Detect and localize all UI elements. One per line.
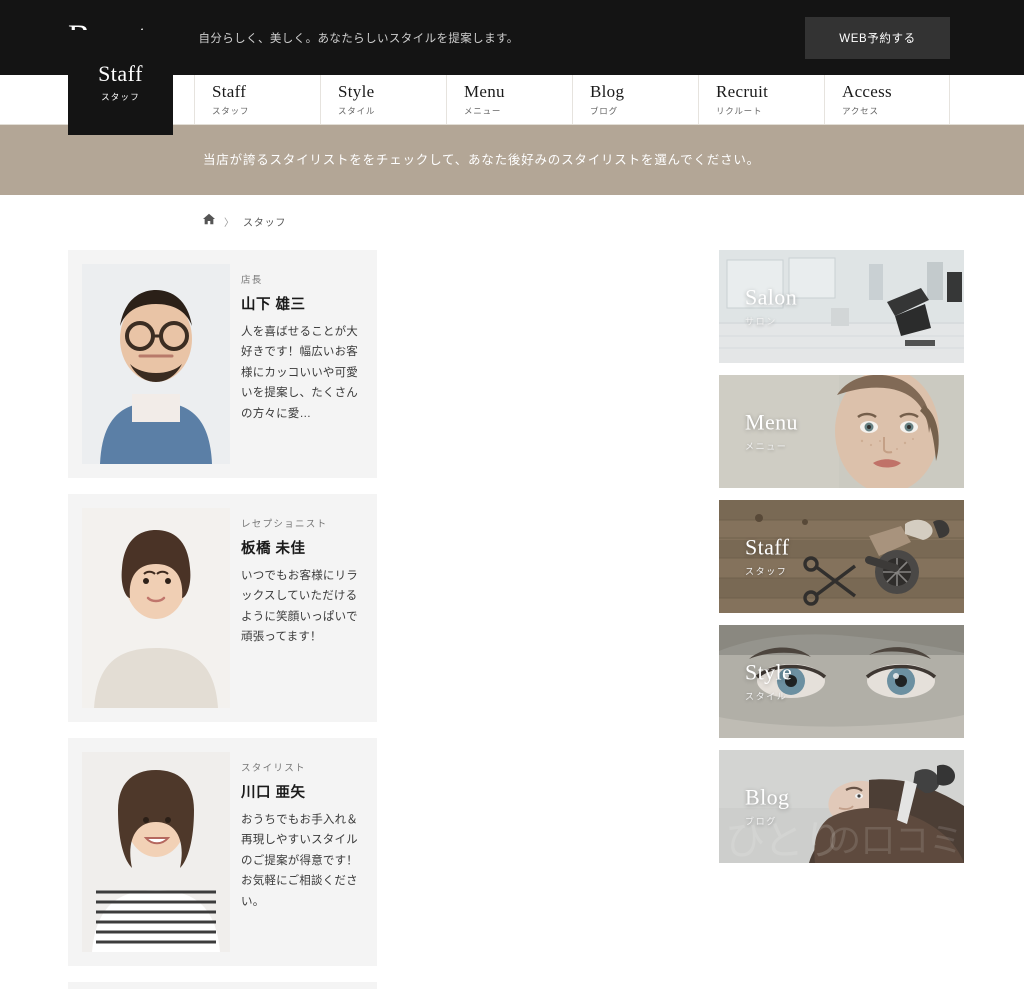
banner-title-en: Staff — [745, 534, 790, 559]
nav-label-jp: スタッフ — [212, 105, 250, 116]
staff-info: 店長 山下 雄三 人を喜ばせることが大好きです！幅広いお客様にカッコいいや可愛い… — [241, 264, 365, 464]
page-root: Beauty 自分らしく、美しく。あなたらしいスタイルを提案します。 WEB予約… — [0, 0, 1024, 989]
banner-title-en: Style — [745, 659, 793, 684]
nav-label-en: Blog — [590, 82, 625, 101]
nav-item-recruit[interactable]: Recruit リクルート — [698, 75, 824, 124]
banner-title-jp: スタッフ — [745, 566, 788, 576]
banner-title-jp: メニュー — [745, 441, 788, 451]
breadcrumb-current: スタッフ — [243, 217, 287, 229]
banner-label: Salon サロン — [745, 286, 797, 327]
banner-label: Menu メニュー — [745, 411, 798, 452]
nav-label-jp: スタイル — [338, 105, 376, 116]
web-reserve-button[interactable]: WEB予約する — [805, 17, 950, 59]
banner-blog[interactable]: ひとり の口コミ Blog ブログ — [719, 750, 964, 863]
nav-item-blog[interactable]: Blog ブログ — [572, 75, 698, 124]
staff-description: 人を喜ばせることが大好きです！幅広いお客様にカッコいいや可愛いを提案し、たくさん… — [241, 326, 358, 420]
staff-name: 山下 雄三 — [241, 297, 306, 313]
nav-label-en: Recruit — [716, 82, 769, 101]
banner-label: Staff スタッフ — [745, 536, 789, 577]
nav-left-spacer — [0, 75, 68, 124]
hero-lead-text: 当店が誇るスタイリストををチェックして、あなた後好みのスタイリストを選んでくださ… — [203, 153, 760, 167]
banner-style[interactable]: Style スタイル — [719, 625, 964, 738]
nav-label-en: Staff — [212, 82, 247, 101]
nav-item-style[interactable]: Style スタイル — [320, 75, 446, 124]
breadcrumb-area: 〉 スタッフ — [0, 195, 1024, 250]
nav-label-en: Menu — [464, 82, 505, 101]
staff-photo — [82, 508, 230, 708]
banner-salon[interactable]: Salon サロン — [719, 250, 964, 363]
staff-card[interactable]: スタイリスト 川口 亜矢 おうちでもお手入れ＆再現しやすいスタイルのご提案が得意… — [68, 738, 377, 966]
content-area: 店長 山下 雄三 人を喜ばせることが大好きです！幅広いお客様にカッコいいや可愛い… — [0, 250, 1024, 989]
staff-role: スタイリスト — [241, 763, 306, 774]
banner-title-en: Menu — [745, 409, 798, 434]
banner-label: Style スタイル — [745, 661, 792, 702]
banner-menu[interactable]: Menu メニュー — [719, 375, 964, 488]
page-title-en: Staff — [98, 60, 143, 86]
staff-name: 板橋 未佳 — [241, 541, 306, 557]
banner-title-jp: サロン — [745, 316, 777, 326]
banner-staff[interactable]: Staff スタッフ — [719, 500, 964, 613]
nav-item-menu[interactable]: Menu メニュー — [446, 75, 572, 124]
site-tagline: 自分らしく、美しく。あなたらしいスタイルを提案します。 — [198, 32, 519, 45]
banner-title-en: Blog — [745, 784, 790, 809]
page-title: Staff スタッフ — [68, 30, 173, 135]
banner-title-jp: スタイル — [745, 691, 788, 701]
nav-label-en: Style — [338, 82, 375, 101]
page-title-jp: スタッフ — [101, 91, 140, 102]
staff-role: 店長 — [241, 275, 263, 286]
staff-photo — [82, 752, 230, 952]
banner-title-jp: ブログ — [745, 816, 777, 826]
staff-info: スタイリスト 川口 亜矢 おうちでもお手入れ＆再現しやすいスタイルのご提案が得意… — [241, 752, 365, 952]
nav-item-access[interactable]: Access アクセス — [824, 75, 950, 124]
staff-role: レセプショニスト — [241, 519, 328, 530]
staff-description: おうちでもお手入れ＆再現しやすいスタイルのご提案が得意です！お気軽にご相談くださ… — [241, 814, 358, 908]
staff-grid: 店長 山下 雄三 人を喜ばせることが大好きです！幅広いお客様にカッコいいや可愛い… — [68, 250, 693, 989]
page-hero-band: 当店が誇るスタイリストををチェックして、あなた後好みのスタイリストを選んでくださ… — [0, 125, 1024, 195]
nav-label-jp: アクセス — [842, 105, 879, 116]
banner-label: Blog ブログ — [745, 786, 789, 827]
nav-label-jp: ブログ — [590, 105, 618, 116]
staff-card[interactable]: レセプショニスト 板橋 未佳 いつでもお客様にリラックスしていただけるように笑顔… — [68, 494, 377, 722]
sidebar-banners: Salon サロン Menu メニュー Staff スタッフ Style スタイ… — [719, 250, 964, 989]
staff-description: いつでもお客様にリラックスしていただけるように笑顔いっぱいで頑張ってます！ — [241, 570, 358, 644]
breadcrumb: 〉 スタッフ — [203, 212, 286, 230]
staff-card[interactable]: 店長 山下 雄三 人を喜ばせることが大好きです！幅広いお客様にカッコいいや可愛い… — [68, 250, 377, 478]
breadcrumb-separator: 〉 — [224, 217, 234, 229]
nav-label-jp: リクルート — [716, 105, 763, 116]
nav-item-staff[interactable]: Staff スタッフ — [194, 75, 320, 124]
banner-title-en: Salon — [745, 284, 798, 309]
staff-name: 川口 亜矢 — [241, 785, 306, 801]
staff-info: レセプショニスト 板橋 未佳 いつでもお客様にリラックスしていただけるように笑顔… — [241, 508, 365, 708]
home-icon[interactable] — [203, 212, 215, 230]
staff-photo — [82, 264, 230, 464]
staff-card[interactable]: スタイリスト 久岡 甲斐 スタイルで迷ったりしたらお気軽にご相談くださいお気に入… — [68, 982, 377, 989]
nav-label-jp: メニュー — [464, 105, 502, 116]
nav-label-en: Access — [842, 82, 892, 101]
nav-item-list: Salon サロン Staff スタッフ Style スタイル Menu メニュ… — [68, 75, 950, 124]
